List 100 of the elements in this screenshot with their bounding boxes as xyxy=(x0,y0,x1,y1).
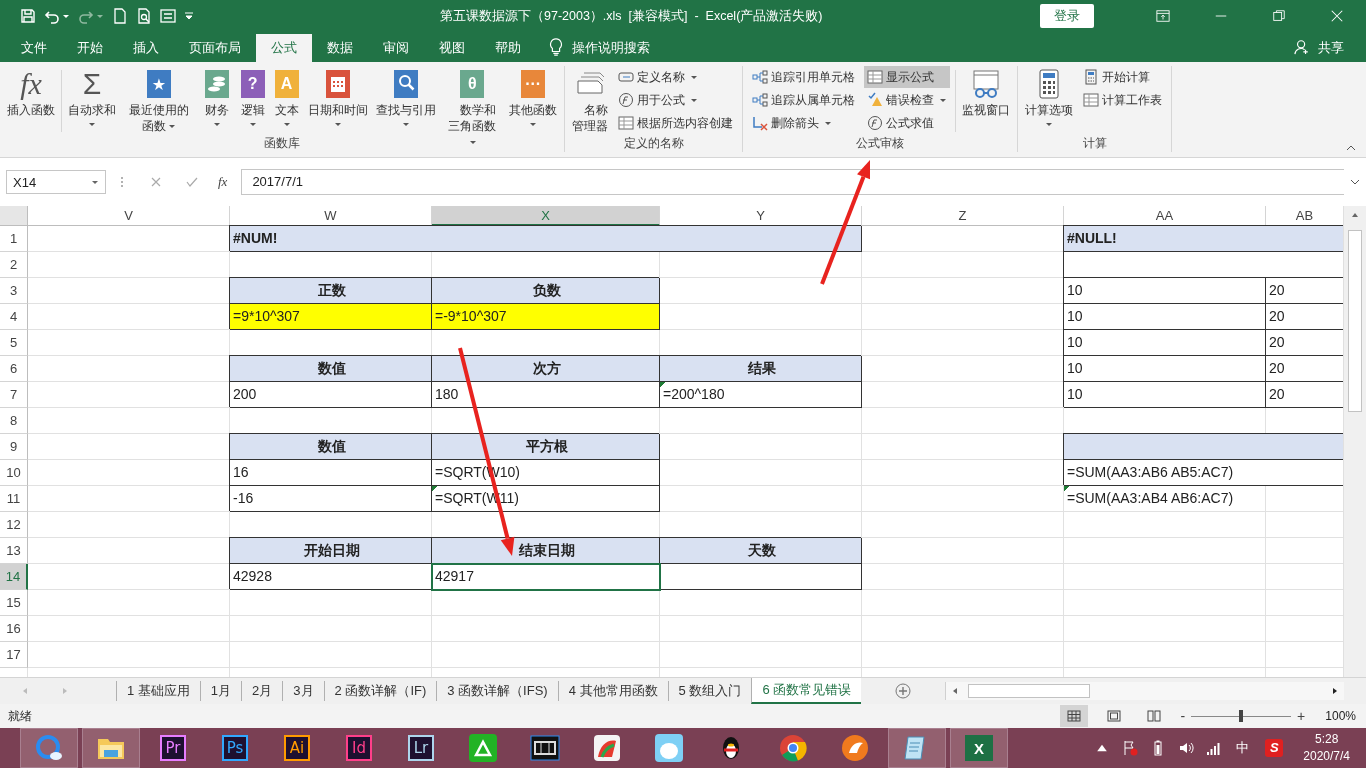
ribbon-display-icon[interactable] xyxy=(1156,9,1170,23)
insert-function-button[interactable]: fx xyxy=(218,174,228,190)
ribbon-button[interactable]: A 文本 xyxy=(269,66,304,128)
empty-cell[interactable] xyxy=(1064,252,1343,278)
collapse-ribbon-icon[interactable] xyxy=(1346,145,1356,151)
input-method-logo[interactable]: S xyxy=(1265,739,1284,757)
clock-date[interactable]: 2020/7/4 xyxy=(1303,748,1350,765)
table-cell[interactable]: -16 xyxy=(230,486,432,512)
row-header[interactable]: 13 xyxy=(0,538,28,564)
horizontal-scrollbar[interactable] xyxy=(945,682,1344,700)
table-cell[interactable]: #NULL! xyxy=(1064,226,1343,252)
taskbar-app-button[interactable]: X xyxy=(950,728,1008,768)
ribbon-button[interactable]: ··· 其他函数 xyxy=(505,66,562,128)
table-cell[interactable]: 结果 xyxy=(660,356,862,382)
table-cell[interactable]: #NUM! xyxy=(230,226,862,252)
row-header[interactable]: 3 xyxy=(0,278,28,304)
taskbar-app-button[interactable]: Id xyxy=(330,728,388,768)
table-cell[interactable]: 10 xyxy=(1064,382,1266,408)
scroll-thumb[interactable] xyxy=(968,684,1091,698)
row-header[interactable]: 2 xyxy=(0,252,28,278)
row-header[interactable]: 8 xyxy=(0,408,28,434)
clock-time[interactable]: 5:28 xyxy=(1314,731,1339,748)
row-header[interactable]: 15 xyxy=(0,590,28,616)
tell-me-search[interactable]: 操作说明搜索 xyxy=(572,34,650,62)
ribbon-button[interactable]: fx 插入函数 xyxy=(3,66,59,118)
undo-icon[interactable] xyxy=(44,8,60,24)
menu-tab[interactable]: 帮助 xyxy=(480,34,536,62)
checkmark-icon[interactable] xyxy=(186,176,198,188)
row-header[interactable]: 14 xyxy=(0,564,28,590)
table-cell[interactable]: 10 xyxy=(1064,304,1266,330)
ribbon-button[interactable]: 删除箭头 xyxy=(749,112,859,134)
table-cell[interactable]: 结束日期 xyxy=(432,538,660,564)
table-cell[interactable]: 16 xyxy=(230,460,432,486)
ribbon-button[interactable]: 日期和时间 xyxy=(303,66,372,128)
new-document-icon[interactable] xyxy=(112,8,128,24)
ribbon-button[interactable]: θ 数学和三角函数 xyxy=(439,66,506,150)
zoom-level[interactable]: 100% xyxy=(1325,709,1356,723)
table-cell[interactable]: =SUM(AA3:AB6 AB5:AC7) xyxy=(1064,460,1343,486)
row-header[interactable]: 17 xyxy=(0,642,28,668)
ribbon-button[interactable]: 监视窗口 xyxy=(958,66,1015,118)
table-cell[interactable]: =9*10^307 xyxy=(230,304,432,330)
volume-icon[interactable] xyxy=(1178,740,1195,756)
vertical-scrollbar[interactable] xyxy=(1343,206,1366,677)
menu-tab[interactable]: 视图 xyxy=(424,34,480,62)
row-header[interactable]: 12 xyxy=(0,512,28,538)
sheet-tab[interactable]: 2月 xyxy=(241,681,283,701)
zoom-out-button[interactable]: - xyxy=(1180,708,1186,724)
table-cell[interactable]: 10 xyxy=(1064,278,1266,304)
table-cell[interactable]: 正数 xyxy=(230,278,432,304)
empty-cell[interactable] xyxy=(1064,434,1343,460)
table-cell[interactable]: =200^180 xyxy=(660,382,862,408)
ribbon-button[interactable]: 用于公式 xyxy=(615,89,737,111)
table-cell[interactable]: 200 xyxy=(230,382,432,408)
menu-tab[interactable]: 插入 xyxy=(118,34,174,62)
menu-tab[interactable]: 开始 xyxy=(62,34,118,62)
ribbon-button[interactable]: 公式求值 xyxy=(864,112,951,134)
table-cell[interactable]: 天数 xyxy=(660,538,862,564)
sheet-tab[interactable]: 2 函数详解（IF) xyxy=(323,681,437,701)
table-cell[interactable]: 数值 xyxy=(230,356,432,382)
formula-input[interactable]: 2017/7/1 xyxy=(241,169,1344,195)
print-preview-icon[interactable] xyxy=(136,8,152,24)
taskbar-app-button[interactable]: Pr xyxy=(144,728,202,768)
sheet-tab[interactable]: 6 函数常见错误 xyxy=(751,678,862,704)
table-cell[interactable]: 10 xyxy=(1064,356,1266,382)
menu-tab[interactable]: 页面布局 xyxy=(174,34,256,62)
ribbon-button[interactable]: ★ 最近使用的函数 xyxy=(120,66,198,134)
ribbon-button[interactable]: 错误检查 xyxy=(864,89,951,111)
sheet-tab[interactable]: 4 其他常用函数 xyxy=(557,681,668,701)
ribbon-button[interactable]: 计算工作表 xyxy=(1080,89,1166,111)
ribbon-button[interactable]: 开始计算 xyxy=(1080,66,1166,88)
ribbon-button[interactable]: 追踪引用单元格 xyxy=(749,66,859,88)
taskbar-app-button[interactable]: Ps xyxy=(206,728,264,768)
name-box[interactable]: X14 xyxy=(6,170,106,194)
table-cell[interactable]: 42917 xyxy=(432,564,660,590)
row-header[interactable]: 1 xyxy=(0,226,28,252)
caret-icon[interactable] xyxy=(62,12,70,20)
ribbon-button[interactable]: 查找与引用 xyxy=(371,66,440,128)
row-header[interactable]: 5 xyxy=(0,330,28,356)
person-add-icon[interactable] xyxy=(1294,38,1310,56)
row-header[interactable]: 9 xyxy=(0,434,28,460)
expand-caret-icon[interactable] xyxy=(1350,179,1360,185)
table-cell[interactable]: 平方根 xyxy=(432,434,660,460)
restore-icon[interactable] xyxy=(1272,9,1286,23)
table-cell[interactable]: 负数 xyxy=(432,278,660,304)
menu-tab[interactable]: 数据 xyxy=(312,34,368,62)
ribbon-button[interactable]: ? 逻辑 xyxy=(235,66,270,128)
column-header[interactable]: AA xyxy=(1064,206,1266,226)
close-icon[interactable] xyxy=(1330,9,1344,23)
zoom-thumb[interactable] xyxy=(1239,710,1244,722)
table-cell[interactable]: 次方 xyxy=(432,356,660,382)
row-header[interactable]: 11 xyxy=(0,486,28,512)
redo-icon[interactable] xyxy=(78,8,94,24)
sheet-tab[interactable]: 3 函数详解（IFS) xyxy=(436,681,558,701)
column-header[interactable]: Z xyxy=(862,206,1064,226)
table-cell[interactable]: =-9*10^307 xyxy=(432,304,660,330)
zoom-in-button[interactable]: + xyxy=(1297,708,1306,724)
sheet-tab[interactable]: 1 基础应用 xyxy=(116,681,200,701)
login-button[interactable]: 登录 xyxy=(1040,4,1094,28)
caret-icon[interactable] xyxy=(96,12,104,20)
ribbon-button[interactable]: 定义名称 xyxy=(615,66,737,88)
